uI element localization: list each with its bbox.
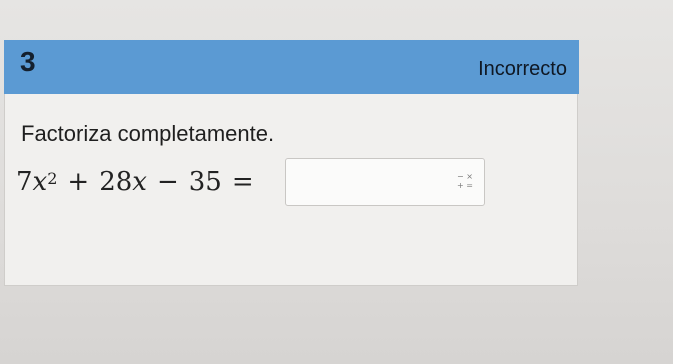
minus-operator: − xyxy=(156,167,179,197)
answer-box[interactable]: − × + = xyxy=(285,158,485,206)
keypad-icon-line-2: + = xyxy=(457,181,473,190)
math-keypad-icon[interactable]: − × + = xyxy=(456,172,474,192)
plus-operator: + xyxy=(67,167,90,197)
constant-35: 35 xyxy=(188,167,222,197)
variable-x: x xyxy=(32,167,48,197)
question-header: 3 Incorrecto xyxy=(4,40,579,94)
equation: 7 x 2 + 28 x − 35 = xyxy=(16,158,264,206)
page: 3 Incorrecto Factoriza completamente. 7 … xyxy=(0,0,673,364)
equals-sign: = xyxy=(231,167,254,197)
answer-input[interactable] xyxy=(292,165,446,201)
exponent: 2 xyxy=(47,168,58,188)
keypad-icon-line-1: − × xyxy=(457,172,473,181)
question-number: 3 xyxy=(20,46,36,77)
variable-x-2: x xyxy=(132,167,147,197)
question-instruction: Factoriza completamente. xyxy=(21,121,275,146)
coefficient-28: 28 xyxy=(99,167,133,197)
status-label: Incorrecto xyxy=(478,58,567,80)
coefficient-7: 7 xyxy=(16,167,33,197)
